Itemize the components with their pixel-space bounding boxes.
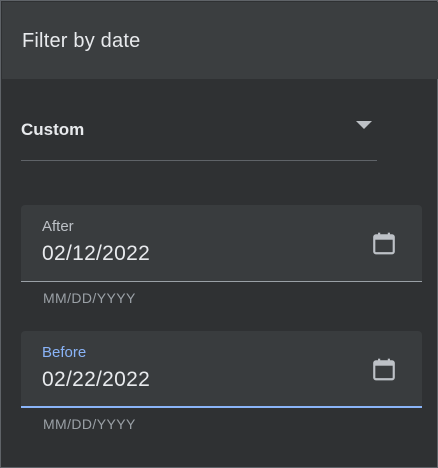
before-date-label: Before	[42, 344, 87, 361]
filter-by-date-dialog: Filter by date Custom After 02/12/2022 M…	[0, 0, 438, 468]
calendar-icon[interactable]	[371, 356, 397, 383]
before-date-field[interactable]: Before 02/22/2022	[21, 331, 422, 408]
dropdown-arrow-icon[interactable]	[356, 121, 372, 129]
after-date-hint: MM/DD/YYYY	[43, 290, 136, 306]
date-range-selected-value: Custom	[21, 120, 85, 139]
calendar-icon[interactable]	[371, 230, 397, 257]
after-date-input[interactable]: 02/12/2022	[42, 242, 150, 266]
date-range-select[interactable]: Custom	[21, 107, 377, 161]
dialog-header: Filter by date	[2, 2, 438, 79]
dialog-title: Filter by date	[22, 30, 141, 52]
after-date-field[interactable]: After 02/12/2022	[21, 205, 422, 282]
after-date-label: After	[42, 218, 74, 235]
before-date-input[interactable]: 02/22/2022	[42, 368, 150, 392]
before-date-hint: MM/DD/YYYY	[43, 416, 136, 432]
